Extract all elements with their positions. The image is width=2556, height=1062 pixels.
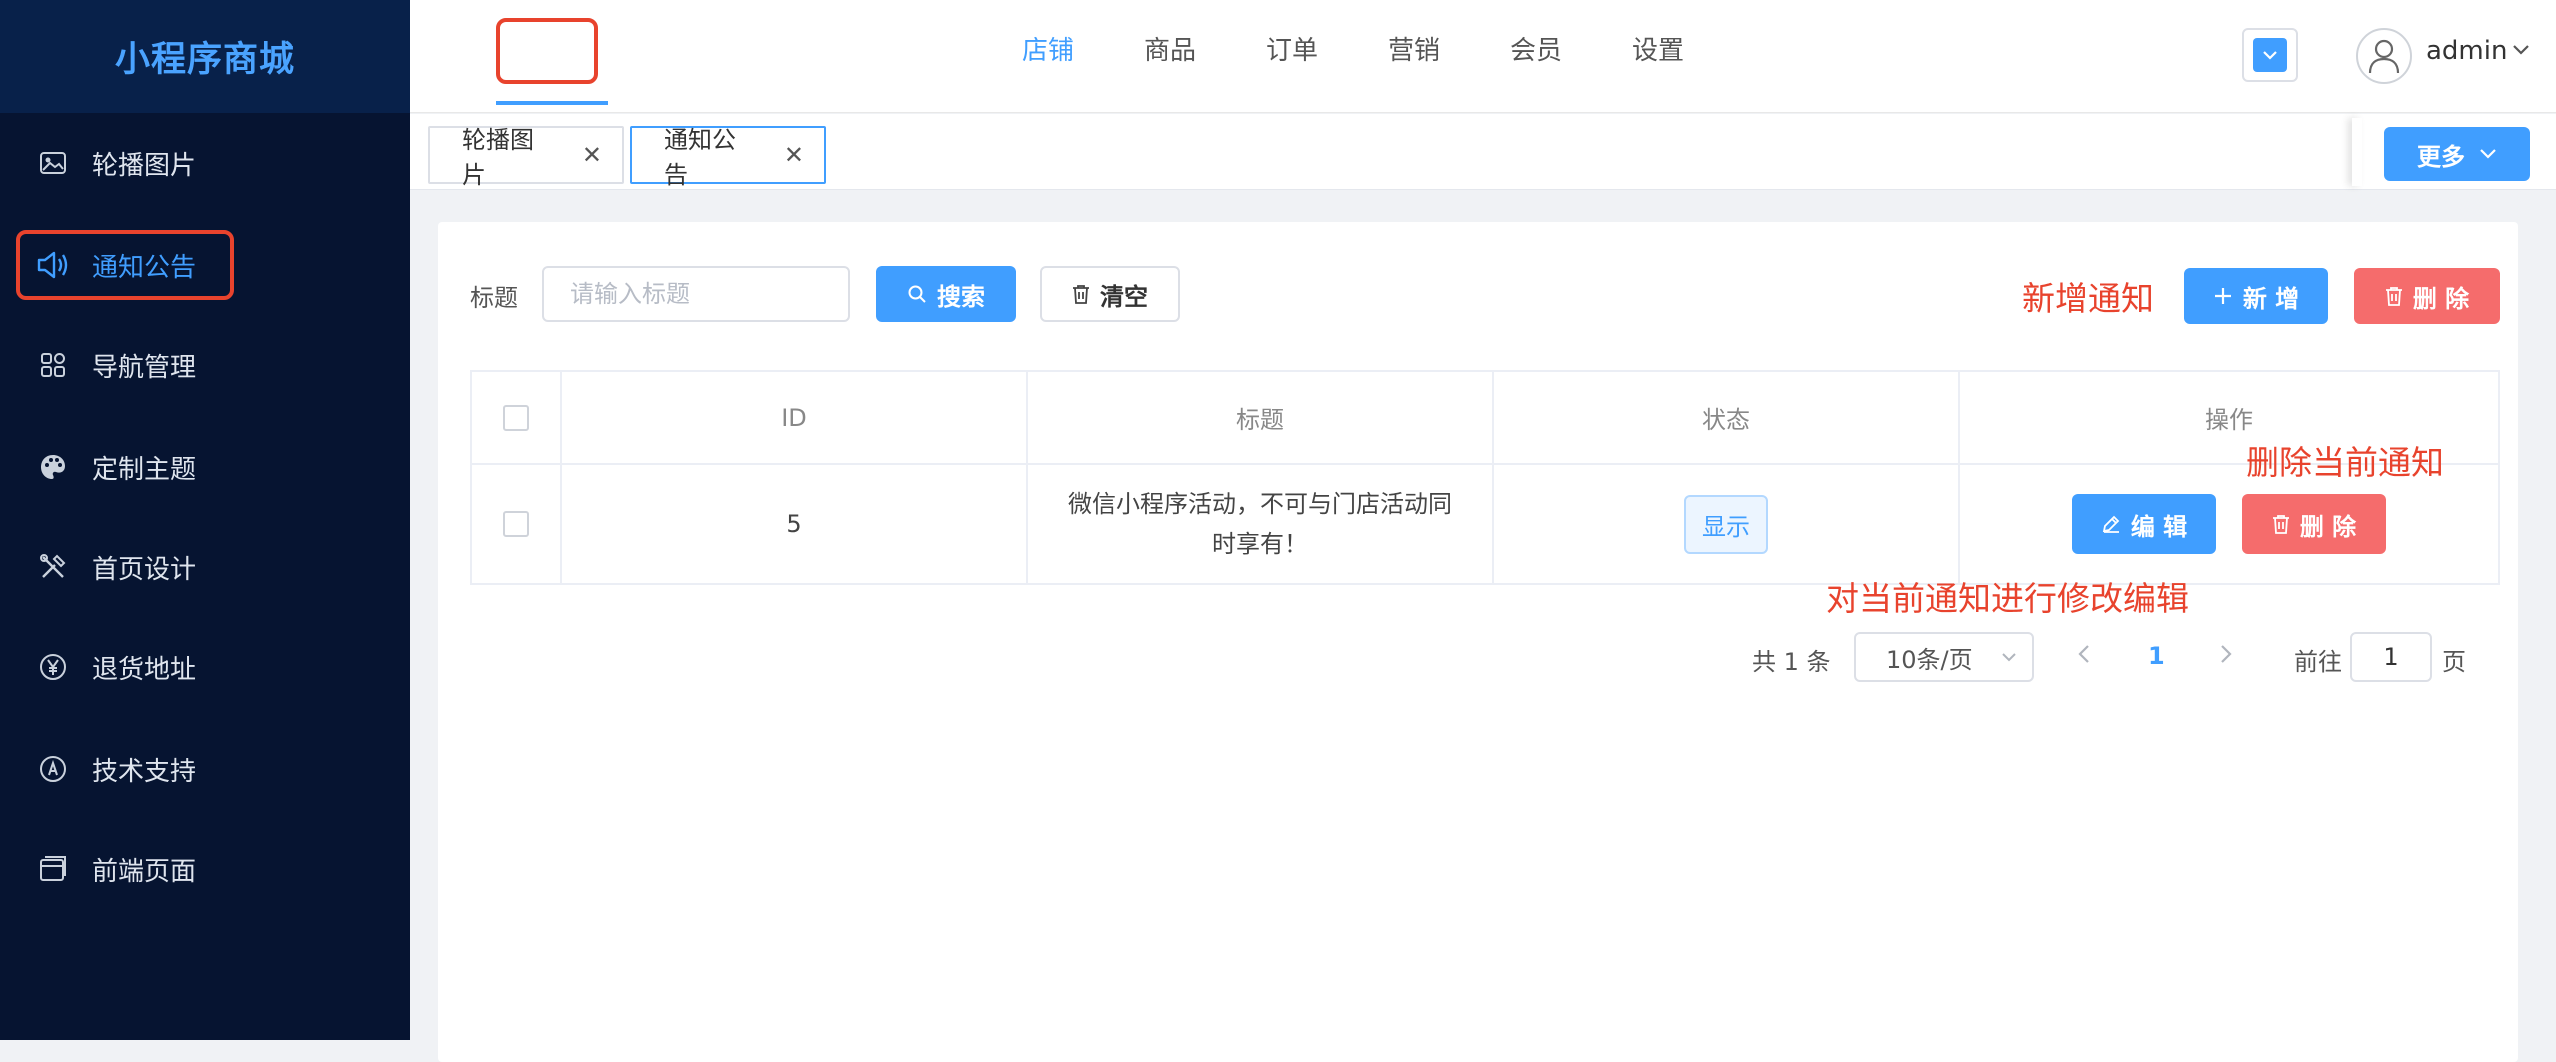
topnav-members[interactable]: 会员 (1510, 30, 1562, 67)
row-delete-button[interactable]: 删 除 (2242, 494, 2386, 554)
pagination-total: 共 1 条 (1752, 648, 1831, 676)
clear-button[interactable]: 清空 (1040, 266, 1180, 322)
topnav-settings[interactable]: 设置 (1632, 30, 1684, 67)
pagination-goto-input[interactable] (2350, 632, 2432, 682)
close-icon[interactable]: ✕ (784, 141, 804, 169)
chevron-down-icon (2253, 38, 2287, 72)
more-label: 更多 (2417, 142, 2465, 171)
pagination-current-page[interactable]: 1 (2148, 642, 2165, 670)
edit-button[interactable]: 编 辑 (2072, 494, 2216, 554)
clear-button-label: 清空 (1100, 282, 1148, 311)
user-name[interactable]: admin (2426, 36, 2507, 66)
sidebar-item-return-address[interactable]: 退货地址 (0, 632, 410, 702)
tab-label: 轮播图片 (462, 126, 534, 189)
search-icon (907, 284, 927, 304)
row-checkbox[interactable] (503, 511, 529, 537)
user-icon (2368, 39, 2400, 74)
trash-icon (2385, 286, 2403, 306)
annotation-add: 新增通知 (2022, 279, 2154, 318)
page-size-select[interactable]: 10条/页 (1854, 632, 2034, 682)
header-id: ID (562, 372, 1028, 463)
sidebar-item-label: 导航管理 (92, 352, 197, 383)
pagination-page-suffix: 页 (2442, 648, 2466, 676)
topnav-orders[interactable]: 订单 (1266, 30, 1318, 67)
filter-title-label: 标题 (470, 284, 518, 312)
row-delete-button-label: 删 除 (2299, 512, 2357, 541)
sidebar: 小程序商城 轮播图片 通知公告 导航管理 定制主题 首页设计 退货地址 技术支持… (0, 0, 410, 1040)
row-id: 5 (562, 465, 1028, 583)
topnav-marketing[interactable]: 营销 (1388, 30, 1440, 67)
highlight-box-topnav (496, 18, 598, 84)
table-header-row: ID 标题 状态 操作 (472, 372, 2498, 465)
annotation-edit: 对当前通知进行修改编辑 (1826, 579, 2189, 618)
more-button[interactable]: 更多 (2384, 127, 2530, 181)
header-title: 标题 (1028, 372, 1494, 463)
chevron-down-icon (2000, 646, 2018, 674)
sidebar-item-label: 轮播图片 (92, 150, 197, 181)
header-status: 状态 (1494, 372, 1960, 463)
tab-notice[interactable]: 通知公告 ✕ (630, 126, 826, 189)
support-icon (36, 752, 70, 786)
sidebar-item-label: 前端页面 (92, 856, 197, 887)
sidebar-item-label: 退货地址 (92, 654, 197, 685)
row-status-cell: 显示 (1494, 465, 1960, 583)
trash-icon (2272, 514, 2290, 534)
row-title: 微信小程序活动，不可与门店活动同 时享有！ (1028, 465, 1494, 583)
header-checkbox-cell (472, 372, 562, 463)
close-icon[interactable]: ✕ (582, 141, 602, 169)
row-title-line2: 时享有！ (1212, 530, 1308, 558)
sidebar-item-theme[interactable]: 定制主题 (0, 432, 410, 502)
search-button[interactable]: 搜索 (876, 266, 1016, 322)
image-icon (36, 146, 70, 180)
chevron-right-icon[interactable] (2216, 640, 2236, 672)
chevron-left-icon[interactable] (2074, 640, 2094, 672)
plus-icon (2213, 286, 2233, 306)
chevron-down-icon[interactable] (2510, 38, 2532, 64)
tabs-scroll-shadow (2352, 118, 2362, 186)
tools-icon (36, 550, 70, 584)
sidebar-item-label: 定制主题 (92, 454, 197, 485)
edit-button-label: 编 辑 (2130, 512, 2188, 541)
yen-icon (36, 650, 70, 684)
app-title: 小程序商城 (0, 0, 410, 113)
add-button-label: 新 增 (2242, 284, 2300, 313)
sidebar-item-home-design[interactable]: 首页设计 (0, 532, 410, 602)
delete-button-label: 删 除 (2412, 284, 2470, 313)
sidebar-item-label: 技术支持 (92, 756, 197, 787)
tab-banner[interactable]: 轮播图片 ✕ (428, 126, 624, 189)
header-dropdown-button[interactable] (2242, 28, 2298, 82)
sidebar-item-support[interactable]: 技术支持 (0, 734, 410, 804)
chevron-down-icon (2480, 149, 2496, 159)
content-card (438, 222, 2518, 1062)
avatar[interactable] (2356, 28, 2412, 84)
row-title-line1: 微信小程序活动，不可与门店活动同 (1068, 490, 1452, 518)
title-search-input[interactable] (542, 266, 850, 322)
search-button-label: 搜索 (937, 282, 985, 311)
palette-icon (36, 450, 70, 484)
add-button[interactable]: 新 增 (2184, 268, 2328, 324)
header (410, 0, 2556, 113)
topnav-goods[interactable]: 商品 (1144, 30, 1196, 67)
status-badge: 显示 (1684, 494, 1768, 554)
delete-button[interactable]: 删 除 (2354, 268, 2500, 324)
trash-icon (1072, 284, 1090, 304)
tab-label: 通知公告 (664, 126, 736, 189)
page-size-value: 10条/页 (1886, 645, 1973, 674)
nav-active-underline (496, 101, 608, 105)
edit-icon (2101, 514, 2121, 534)
sidebar-item-nav[interactable]: 导航管理 (0, 330, 410, 400)
sidebar-item-label: 首页设计 (92, 554, 197, 585)
row-checkbox-cell (472, 465, 562, 583)
sidebar-item-banner[interactable]: 轮播图片 (0, 128, 410, 198)
topnav-store[interactable]: 店铺 (1022, 30, 1074, 67)
pagination-goto-label: 前往 (2294, 648, 2342, 676)
highlight-box-sidebar (16, 230, 234, 300)
select-all-checkbox[interactable] (503, 404, 529, 431)
sidebar-item-frontend[interactable]: 前端页面 (0, 834, 410, 904)
window-icon (36, 852, 70, 886)
annotation-delete: 删除当前通知 (2246, 443, 2444, 482)
grid-icon (36, 348, 70, 382)
